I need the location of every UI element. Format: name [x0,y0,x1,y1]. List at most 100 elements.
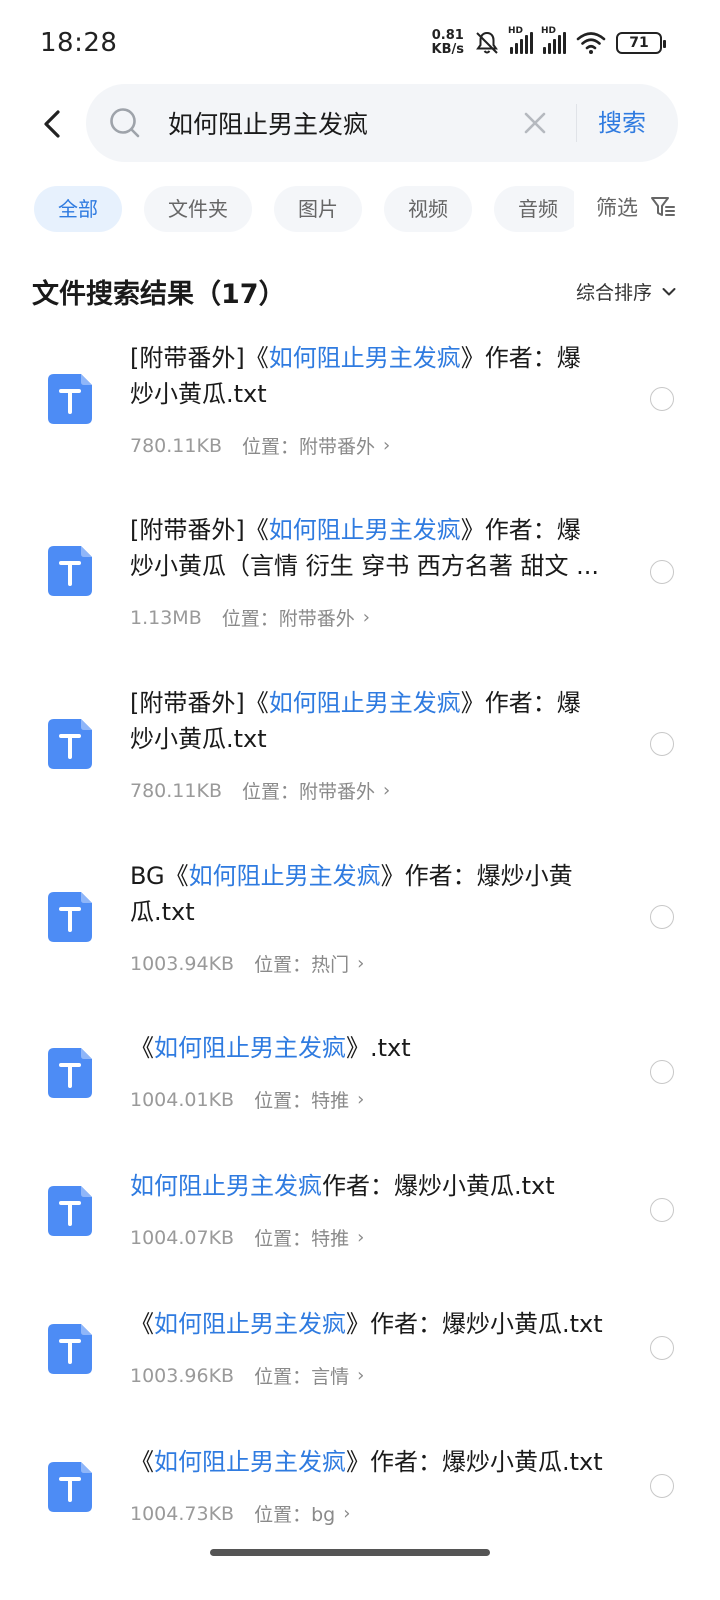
file-size: 780.11KB [130,779,222,802]
list-item[interactable]: [附带番外]《如何阻止男主发疯》作者：爆 炒小黄瓜.txt 780.11KB 位… [0,330,720,500]
title-suffix: 》作者：爆 [460,344,581,372]
title-suffix: 》.txt [346,1034,411,1062]
file-location[interactable]: 位置：言情 [254,1362,349,1389]
title-prefix: [附带番外]《 [130,344,269,372]
status-bar: 18:28 0.81 KB/s HD HD 71 [0,0,720,84]
item-meta: 1004.07KB 位置：特推 › [130,1224,364,1251]
item-meta: 1004.73KB 位置：bg › [130,1500,350,1527]
text-file-icon [48,546,92,596]
text-file-icon [48,1048,92,1098]
file-location[interactable]: 位置：bg [254,1500,335,1527]
file-size: 1004.01KB [130,1088,235,1111]
item-meta: 1003.94KB 位置：热门 › [130,950,364,977]
list-item[interactable]: 如何阻止男主发疯作者：爆炒小黄瓜.txt 1004.07KB 位置：特推 › [0,1162,720,1294]
file-location[interactable]: 位置：附带番外 [242,777,375,804]
file-location[interactable]: 位置：特推 [254,1086,349,1113]
file-location[interactable]: 位置：特推 [254,1224,349,1251]
search-box: 搜索 [86,84,678,162]
file-location[interactable]: 位置：附带番外 [242,432,375,459]
tab-folders[interactable]: 文件夹 [144,186,252,232]
item-meta: 1004.01KB 位置：特推 › [130,1086,364,1113]
back-button[interactable] [32,104,72,144]
title-line2: 炒小黄瓜（言情 衍生 穿书 西方名著 甜文 ... [130,552,600,580]
filter-icon [651,197,675,216]
hd-label: HD [541,26,557,36]
bell-muted-icon [476,31,498,54]
file-location[interactable]: 位置：热门 [254,950,349,977]
title-suffix: 》作者：爆炒小黄 [380,862,573,890]
select-radio[interactable] [650,1474,674,1498]
search-input[interactable] [168,84,498,162]
clear-icon[interactable] [522,110,548,136]
chevron-right-icon: › [383,435,391,456]
select-radio[interactable] [650,905,674,929]
tab-all[interactable]: 全部 [34,186,122,232]
title-line2: 炒小黄瓜.txt [130,380,267,408]
network-speed-unit: KB/s [431,42,464,57]
item-meta: 780.11KB 位置：附带番外 › [130,432,390,459]
file-size: 1004.73KB [130,1502,235,1525]
chevron-right-icon: › [362,607,370,628]
title-suffix: 》作者：爆炒小黄瓜.txt [346,1448,603,1476]
text-file-icon [48,719,92,769]
item-title: [附带番外]《如何阻止男主发疯》作者：爆 炒小黄瓜.txt [130,340,635,412]
title-highlight: 如何阻止男主发疯 [268,689,461,717]
network-speed: 0.81 KB/s [432,29,464,57]
tab-videos[interactable]: 视频 [384,186,472,232]
item-title: [附带番外]《如何阻止男主发疯》作者：爆 炒小黄瓜.txt [130,685,635,757]
status-icons: 0.81 KB/s HD HD 71 [432,26,666,60]
select-radio[interactable] [650,387,674,411]
list-item[interactable]: 《如何阻止男主发疯》.txt 1004.01KB 位置：特推 › [0,1024,720,1156]
chevron-right-icon: › [343,1503,351,1524]
filter-button[interactable]: 筛选 [596,192,676,222]
item-meta: 1.13MB 位置：附带番外 › [130,604,370,631]
text-file-icon [48,892,92,942]
sort-dropdown[interactable]: 综合排序 [576,278,676,305]
select-radio[interactable] [650,1198,674,1222]
item-title: 《如何阻止男主发疯》.txt [130,1030,635,1066]
select-radio[interactable] [650,1336,674,1360]
select-radio[interactable] [650,732,674,756]
list-item[interactable]: BG《如何阻止男主发疯》作者：爆炒小黄 瓜.txt 1003.94KB 位置：热… [0,848,720,1018]
file-size: 1.13MB [130,606,202,629]
results-title: 文件搜索结果（17） [32,279,286,310]
title-prefix: [附带番外]《 [130,689,269,717]
file-location[interactable]: 位置：附带番外 [222,604,355,631]
search-button[interactable]: 搜索 [598,84,646,162]
signal-icon: HD [541,26,566,54]
select-radio[interactable] [650,1060,674,1084]
select-radio[interactable] [650,560,674,584]
item-meta: 780.11KB 位置：附带番外 › [130,777,390,804]
chevron-down-icon [662,287,676,295]
title-highlight: 如何阻止男主发疯 [154,1448,346,1476]
list-item[interactable]: 《如何阻止男主发疯》作者：爆炒小黄瓜.txt 1003.96KB 位置：言情 › [0,1300,720,1432]
search-divider [576,104,577,142]
title-highlight: 如何阻止男主发疯 [188,862,381,890]
item-title: BG《如何阻止男主发疯》作者：爆炒小黄 瓜.txt [130,858,635,930]
title-highlight: 如何阻止男主发疯 [268,516,461,544]
search-icon [110,108,140,138]
title-suffix: 》作者：爆炒小黄瓜.txt [346,1310,603,1338]
chevron-left-icon [44,110,60,138]
chevron-right-icon: › [383,780,391,801]
title-suffix: 作者：爆炒小黄瓜.txt [322,1172,555,1200]
title-prefix: BG《 [130,862,189,890]
file-size: 1003.94KB [130,952,235,975]
title-highlight: 如何阻止男主发疯 [154,1034,346,1062]
hd-label: HD [508,26,524,36]
title-suffix: 》作者：爆 [460,689,581,717]
list-item[interactable]: [附带番外]《如何阻止男主发疯》作者：爆 炒小黄瓜.txt 780.11KB 位… [0,675,720,845]
title-highlight: 如何阻止男主发疯 [154,1310,346,1338]
home-indicator[interactable] [210,1549,490,1556]
list-item[interactable]: [附带番外]《如何阻止男主发疯》作者：爆 炒小黄瓜（言情 衍生 穿书 西方名著 … [0,502,720,672]
file-size: 780.11KB [130,434,222,457]
filter-tabs: 全部 文件夹 图片 视频 音频 [34,186,574,232]
title-line2: 瓜.txt [130,898,195,926]
item-title: 《如何阻止男主发疯》作者：爆炒小黄瓜.txt [130,1444,635,1480]
title-prefix: [附带番外]《 [130,516,269,544]
tab-audio[interactable]: 音频 [494,186,574,232]
item-title: 《如何阻止男主发疯》作者：爆炒小黄瓜.txt [130,1306,635,1342]
tab-images[interactable]: 图片 [274,186,362,232]
title-prefix: 《 [130,1310,154,1338]
battery-indicator: 71 [616,32,666,54]
